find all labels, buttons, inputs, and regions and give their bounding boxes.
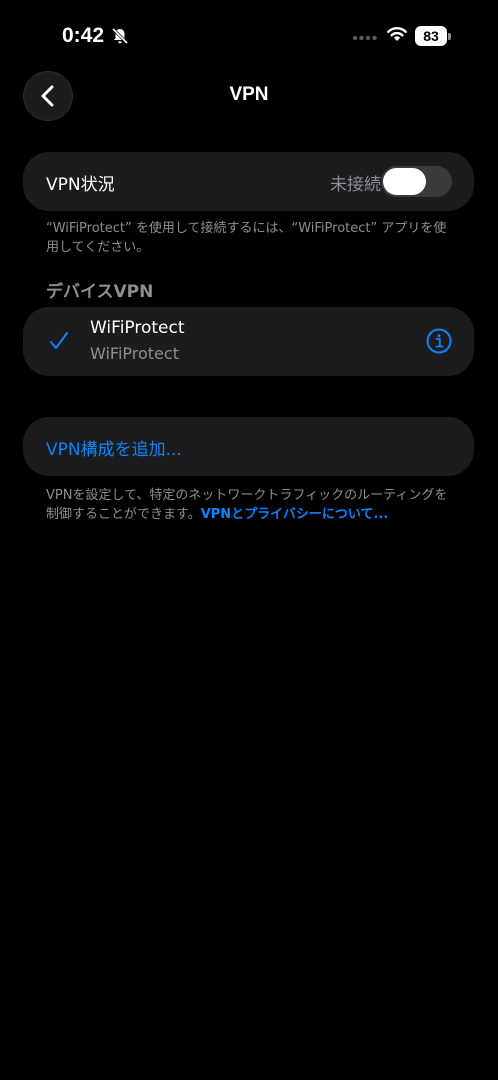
add-vpn-configuration-label: VPN構成を追加... — [46, 440, 182, 460]
vpn-toggle[interactable] — [381, 166, 452, 197]
status-time: 0:42 — [62, 24, 105, 47]
add-vpn-configuration-button[interactable]: VPN構成を追加... — [23, 417, 474, 476]
battery-level: 83 — [423, 28, 439, 44]
vpn-status-footnote: “WiFiProtect” を使用して接続するには、“WiFiProtect” … — [46, 221, 447, 255]
toggle-knob — [383, 168, 426, 195]
vpn-info-footnote: VPNを設定して、特定のネットワークトラフィックのルーティングを制御することがで… — [46, 486, 456, 524]
device-vpn-item[interactable]: WiFiProtect WiFiProtect — [23, 307, 474, 376]
bell-slash-icon — [111, 27, 129, 45]
signal-icon — [352, 35, 377, 41]
checkmark-icon — [50, 332, 68, 349]
device-vpn-subtitle: WiFiProtect — [90, 344, 179, 363]
vpn-status-row: VPN状況 未接続 — [23, 152, 474, 211]
info-icon[interactable] — [426, 328, 452, 354]
battery-body: 83 — [415, 26, 447, 46]
vpn-status-value: 未接続 — [330, 175, 381, 195]
vpn-privacy-link[interactable]: VPNとプライバシーについて... — [201, 507, 389, 522]
vpn-settings-screen: 0:42 83 VPN VPN状況 未接続 “WiFiProtect” を使用し… — [0, 0, 498, 1080]
status-bar: 0:42 83 — [0, 0, 498, 70]
battery-icon: 83 — [415, 26, 451, 46]
device-vpn-name: WiFiProtect — [90, 318, 185, 338]
wifi-icon — [387, 27, 407, 41]
device-vpn-header: デバイスVPN — [46, 282, 154, 302]
vpn-status-label: VPN状況 — [46, 175, 115, 195]
page-title: VPN — [229, 84, 269, 105]
battery-tip — [448, 33, 451, 40]
